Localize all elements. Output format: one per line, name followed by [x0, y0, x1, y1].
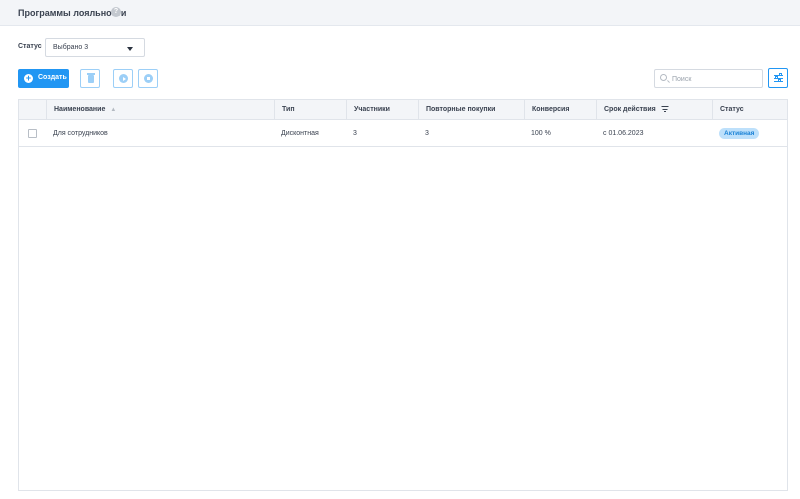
column-header-label: Статус	[720, 106, 744, 113]
column-header-name[interactable]: Наименование ▲	[46, 100, 274, 120]
search-input[interactable]	[672, 73, 760, 85]
column-header-label: Срок действия	[604, 106, 656, 113]
column-header-label: Тип	[282, 106, 295, 113]
stop-square	[147, 77, 150, 80]
column-header-label: Наименование	[54, 106, 106, 113]
create-button[interactable]: + Создать	[18, 69, 69, 88]
sliders-icon-knob	[779, 73, 782, 76]
search-icon	[660, 74, 667, 81]
column-header-label: Участники	[354, 106, 390, 113]
caret-down-icon	[127, 47, 133, 51]
activate-button[interactable]	[113, 69, 133, 88]
play-triangle	[122, 76, 126, 81]
plus-circle-icon: +	[24, 73, 33, 83]
create-button-label: Создать	[38, 74, 67, 81]
sort-icon[interactable]: ▲	[110, 100, 116, 120]
sliders-icon-knob	[778, 79, 781, 82]
loyalty-programs-table: Наименование ▲ Тип Участники Повторные по…	[18, 99, 788, 491]
column-header-participants[interactable]: Участники	[346, 100, 418, 120]
column-header-conversion[interactable]: Конверсия	[524, 100, 596, 120]
trash-icon	[88, 75, 94, 83]
deactivate-button[interactable]	[138, 69, 158, 88]
row-checkbox[interactable]	[28, 129, 37, 138]
status-badge: Активная	[719, 128, 760, 139]
column-header-label: Повторные покупки	[426, 106, 496, 113]
top-bar: Программы лояльности ?	[0, 0, 800, 26]
column-header-status[interactable]: Статус	[712, 100, 787, 120]
select-all-column	[19, 100, 46, 120]
status-filter-label: Статус	[18, 43, 42, 50]
status-filter-value: Выбрано 3	[53, 44, 89, 51]
cell-validity: с 01.06.2023	[603, 130, 644, 137]
column-header-label: Конверсия	[532, 106, 570, 113]
table-row[interactable]: Для сотрудников Дисконтная 3 3 100 % с 0…	[19, 121, 787, 147]
column-settings-button[interactable]	[768, 68, 788, 88]
cell-conversion: 100 %	[531, 130, 551, 137]
table-header: Наименование ▲ Тип Участники Повторные по…	[19, 100, 787, 120]
column-header-repeat-purchases[interactable]: Повторные покупки	[418, 100, 524, 120]
cell-type: Дисконтная	[281, 130, 319, 137]
cell-status: Активная	[712, 121, 787, 147]
delete-button[interactable]	[80, 69, 100, 88]
question-circle-icon[interactable]: ?	[111, 7, 121, 17]
status-filter-select[interactable]: Выбрано 3	[45, 38, 145, 57]
cell-name[interactable]: Для сотрудников	[46, 121, 274, 147]
filter-icon[interactable]	[661, 106, 669, 113]
column-header-validity[interactable]: Срок действия	[596, 100, 712, 120]
column-header-type[interactable]: Тип	[274, 100, 346, 120]
cell-repeat-purchases: 3	[425, 130, 429, 137]
search-box[interactable]	[654, 69, 763, 88]
cell-participants: 3	[353, 130, 357, 137]
